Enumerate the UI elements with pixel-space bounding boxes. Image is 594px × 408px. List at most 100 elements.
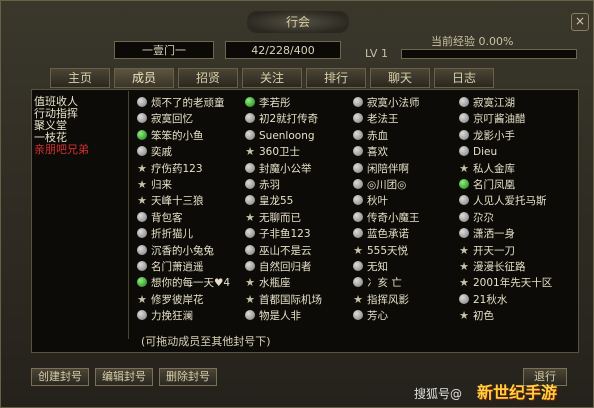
member-entry[interactable]: 皇龙55: [245, 194, 293, 209]
member-entry[interactable]: ★ 360卫士: [245, 145, 300, 160]
member-entry[interactable]: 赤血: [353, 129, 388, 144]
member-name: 冫亥 亡: [367, 277, 402, 290]
member-entry[interactable]: 初2就打传奇: [245, 112, 318, 127]
star-icon: ★: [459, 260, 469, 273]
member-entry[interactable]: 闲陪伴啊: [353, 162, 409, 177]
member-entry[interactable]: 巫山不是云: [245, 244, 312, 259]
star-icon: ★: [459, 276, 469, 290]
offline-status-icon: [353, 228, 363, 239]
member-name: 归来: [151, 179, 172, 191]
member-entry[interactable]: ◎川团◎: [353, 178, 406, 193]
offline-status-icon: [353, 129, 363, 140]
member-entry[interactable]: 无知: [353, 260, 388, 275]
tab-recruit[interactable]: 招贤: [178, 68, 238, 88]
member-entry[interactable]: 力挽狂澜: [137, 309, 193, 324]
offline-status-icon: [137, 146, 147, 157]
member-entry[interactable]: 李若彤: [245, 96, 291, 111]
member-entry[interactable]: ★ 漫漫长征路: [459, 260, 525, 275]
member-entry[interactable]: 想你的每一天♥4: [137, 276, 230, 291]
star-icon: ★: [245, 276, 255, 290]
rank-item-selected[interactable]: 亲朋吧兄弟: [34, 144, 126, 156]
member-entry[interactable]: 传奇小魔王: [353, 211, 420, 226]
member-entry[interactable]: ★ 无聊而已: [245, 211, 301, 226]
member-name: 私人金库: [473, 162, 515, 175]
offline-status-icon: [137, 113, 147, 124]
member-entry[interactable]: ★ 私人金库: [459, 162, 515, 177]
member-entry[interactable]: 芳心: [353, 309, 388, 324]
member-name: 背包客: [151, 211, 183, 224]
member-entry[interactable]: ★ 开天一刀: [459, 244, 515, 259]
tab-log[interactable]: 日志: [434, 68, 494, 88]
member-entry[interactable]: Dieu: [459, 145, 497, 160]
member-entry[interactable]: 子非鱼123: [245, 227, 311, 242]
member-entry[interactable]: 背包客: [137, 211, 183, 226]
member-entry[interactable]: 物是人非: [245, 309, 301, 324]
member-entry[interactable]: ★ 疗伤药123: [137, 162, 202, 177]
member-entry[interactable]: 人见人爱托马斯: [459, 194, 547, 209]
online-status-icon: [245, 97, 255, 107]
offline-status-icon: [459, 113, 469, 124]
member-entry[interactable]: 秋叶: [353, 194, 388, 209]
member-entry[interactable]: ★ 555天悦: [353, 244, 408, 259]
member-entry[interactable]: ★ 指挥风影: [353, 293, 409, 308]
member-entry[interactable]: 自然回归者: [245, 260, 312, 275]
watermark-text: 搜狐号@: [414, 387, 463, 401]
member-entry[interactable]: ★ 修罗彼岸花: [137, 293, 203, 308]
member-entry[interactable]: 名门萧逍遥: [137, 260, 204, 275]
member-entry[interactable]: 21秋水: [459, 293, 507, 308]
member-name: 京叮酱油醋: [473, 113, 526, 126]
offline-status-icon: [245, 113, 255, 124]
member-entry[interactable]: 烦不了的老顽童: [137, 96, 225, 111]
tab-home[interactable]: 主页: [50, 68, 110, 88]
delete-title-button[interactable]: 删除封号: [159, 368, 217, 386]
member-entry[interactable]: 喜欢: [353, 145, 388, 160]
offline-status-icon: [245, 129, 255, 140]
member-name: 指挥风影: [367, 293, 409, 306]
member-entry[interactable]: ★ 天峰十三狼: [137, 194, 203, 209]
member-entry[interactable]: 潇洒一身: [459, 227, 515, 242]
member-entry[interactable]: 寂寞回忆: [137, 112, 193, 127]
member-count-field: 42/228/400: [225, 41, 341, 59]
tab-bar: 主页 成员 招贤 关注 排行 聊天 日志: [50, 68, 494, 88]
member-entry[interactable]: ★ 归来: [137, 178, 172, 193]
tab-members[interactable]: 成员: [114, 68, 174, 88]
star-icon: ★: [137, 178, 147, 191]
star-icon: ★: [137, 194, 147, 208]
member-entry[interactable]: 笨笨的小鱼: [137, 129, 204, 144]
member-entry[interactable]: 尕尕: [459, 211, 494, 226]
member-entry[interactable]: 冫亥 亡: [353, 276, 402, 291]
member-entry[interactable]: ★ 首都国际机场: [245, 293, 322, 308]
member-entry[interactable]: 奕戚: [137, 145, 172, 160]
member-entry[interactable]: 京叮酱油醋: [459, 112, 526, 127]
member-entry[interactable]: 寂寞小法师: [353, 96, 420, 111]
offline-status-icon: [245, 162, 255, 173]
member-entry[interactable]: 老法王: [353, 112, 399, 127]
panel-divider: [128, 91, 129, 339]
tab-chat[interactable]: 聊天: [370, 68, 430, 88]
member-entry[interactable]: 封魔小公举: [245, 162, 312, 177]
member-entry[interactable]: 沉香的小兔兔: [137, 244, 214, 259]
member-entry[interactable]: 名门凤凰: [459, 178, 515, 193]
member-name: 烦不了的老顽童: [151, 97, 225, 109]
member-entry[interactable]: ★ 初色: [459, 309, 494, 324]
tab-ranking[interactable]: 排行: [306, 68, 366, 88]
member-entry[interactable]: 蓝色承诺: [353, 227, 409, 242]
edit-title-button[interactable]: 编辑封号: [95, 368, 153, 386]
member-entry[interactable]: ★ 2001年先天十区: [459, 276, 552, 291]
star-icon: ★: [459, 161, 469, 175]
member-entry[interactable]: ★ 水瓶座: [245, 276, 290, 291]
member-entry[interactable]: 赤羽: [245, 178, 280, 193]
close-button[interactable]: ×: [571, 13, 589, 31]
offline-status-icon: [353, 97, 363, 107]
offline-status-icon: [459, 211, 469, 222]
level-label: LV 1: [365, 47, 388, 60]
member-name: 初2就打传奇: [259, 113, 319, 126]
member-entry[interactable]: Suenloong: [245, 129, 315, 144]
member-entry[interactable]: 折折猫儿: [137, 227, 193, 242]
offline-status-icon: [353, 261, 363, 271]
member-entry[interactable]: 寂寞江湖: [459, 96, 515, 111]
tab-follow[interactable]: 关注: [242, 68, 302, 88]
member-entry[interactable]: 龙影小手: [459, 129, 515, 144]
create-title-button[interactable]: 创建封号: [31, 368, 89, 386]
rank-list: 值班收人 行动指挥 聚义堂 一枝花 亲朋吧兄弟: [34, 96, 126, 156]
